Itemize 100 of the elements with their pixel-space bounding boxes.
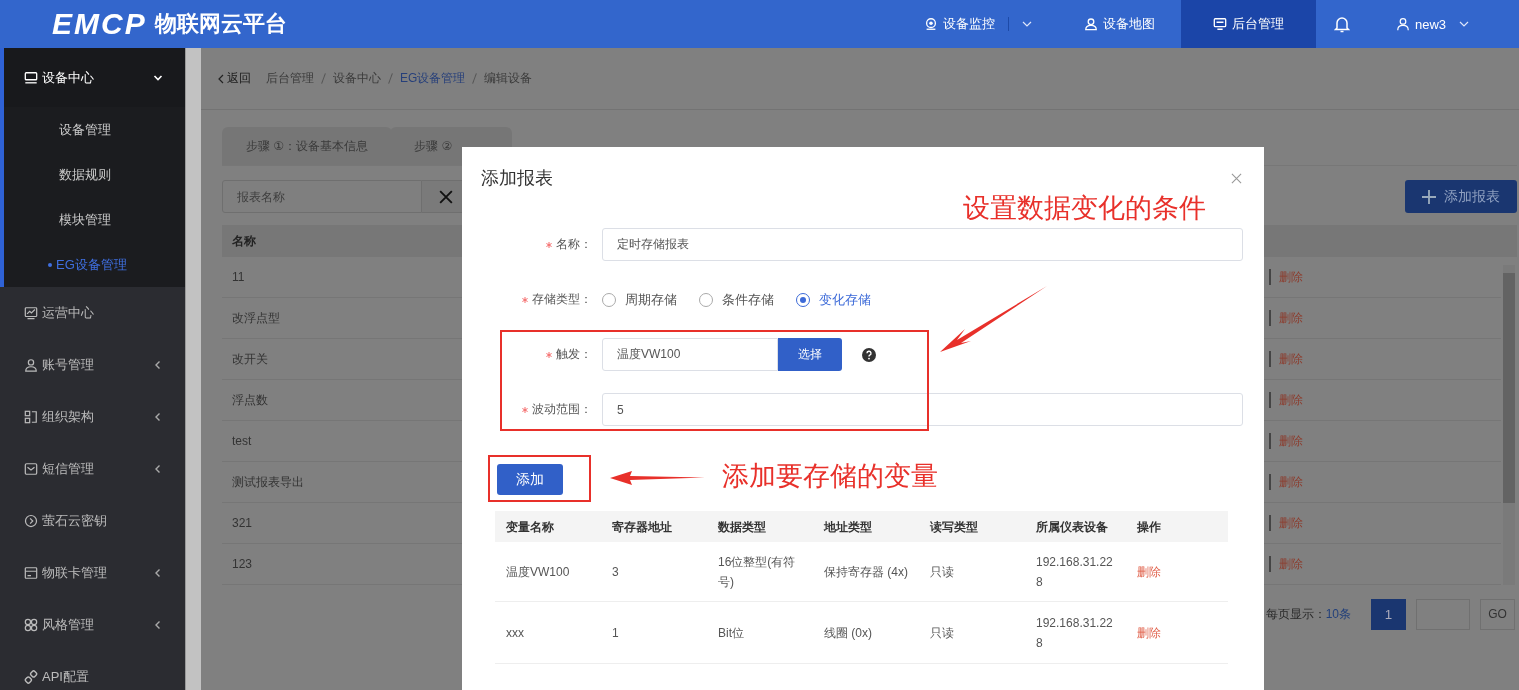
field-label: 存储类型：	[532, 291, 592, 308]
table-cell-text: 16位整型(有符号)	[717, 553, 797, 591]
go-button[interactable]: GO	[1480, 598, 1515, 630]
sidebar-item[interactable]: 运营中心	[0, 287, 185, 339]
column-header: 变量名称	[505, 518, 555, 536]
table-cell-text: 3	[611, 563, 620, 581]
table-cell: test	[232, 434, 252, 448]
annotation-text: 设置数据变化的条件	[963, 192, 1206, 225]
select-button[interactable]: 选择	[778, 338, 842, 371]
play-icon	[24, 514, 38, 528]
card-icon	[24, 566, 38, 580]
radio-option[interactable]: 周期存储	[602, 290, 677, 309]
caret-icon	[1459, 21, 1469, 27]
column-header: 寄存器地址	[611, 518, 673, 536]
user-menu[interactable]: new3	[1367, 16, 1519, 32]
column-header: 读写类型	[929, 518, 979, 536]
org-icon	[24, 410, 38, 424]
grid-icon	[24, 618, 38, 632]
table-cell-text: 192.168.31.228	[1035, 553, 1114, 591]
nav-item[interactable]: 设备监控	[897, 0, 1058, 48]
radio-option[interactable]: 变化存储	[796, 290, 871, 309]
sidebar-item[interactable]: 设备中心	[0, 48, 185, 107]
table-cell: 123	[232, 557, 253, 571]
logo-mark: EMCP	[52, 7, 147, 41]
camera-icon	[923, 17, 938, 31]
field-label: 名称：	[556, 236, 592, 253]
table-cell: 浮点数	[232, 391, 268, 409]
page-size-label: 每页显示：	[1265, 605, 1326, 623]
sidebar-subitem[interactable]: 设备管理	[0, 107, 185, 152]
delete-link[interactable]: 删除	[1126, 622, 1218, 643]
page-button[interactable]: 1	[1371, 598, 1406, 630]
table-cell-text: 温度VW100	[505, 563, 571, 581]
table-cell: 测试报表导出	[232, 473, 304, 491]
table-cell-text: 只读	[929, 624, 955, 642]
table-cell-text: 192.168.31.228	[1035, 614, 1114, 652]
table-cell-text: xxx	[505, 624, 525, 642]
table-cell-text: 1	[611, 624, 620, 642]
table-cell-text: 线圈 (0x)	[823, 624, 873, 642]
table-cell-text: 保持寄存器 (4x)	[823, 563, 909, 581]
chevron-left-icon	[153, 568, 163, 578]
column-header: 操作	[1136, 518, 1162, 536]
sidebar-item[interactable]: 组织架构	[0, 391, 185, 443]
back-link[interactable]: 返回	[218, 70, 251, 87]
sidebar-item[interactable]: API配置	[0, 651, 185, 690]
sidebar-subitem[interactable]: 数据规则	[0, 152, 185, 197]
sidebar-item[interactable]: 萤石云密钥	[0, 495, 185, 547]
sidebar-item[interactable]: 账号管理	[0, 339, 185, 391]
help-icon[interactable]	[862, 347, 876, 362]
breadcrumb-item[interactable]: 编辑设备	[484, 70, 533, 87]
sidebar-item[interactable]: 短信管理	[0, 443, 185, 495]
add-report-button[interactable]: 添加报表	[1405, 180, 1517, 213]
monitor-icon	[24, 70, 38, 85]
table-cell-text: 只读	[929, 563, 955, 581]
chevron-left-icon	[153, 360, 163, 370]
chevron-left-icon	[153, 464, 163, 474]
radio-option[interactable]: 条件存储	[699, 290, 774, 309]
column-header: 名称	[232, 232, 256, 250]
annotation-text: 添加要存储的变量	[722, 460, 938, 493]
sidebar-subitem[interactable]: 模块管理	[0, 197, 185, 242]
dialog-title: 添加报表	[481, 167, 553, 190]
sidebar-subitem[interactable]: EG设备管理	[0, 242, 185, 287]
delete-link[interactable]: 删除	[1126, 561, 1218, 582]
breadcrumb-item[interactable]: 后台管理	[266, 70, 314, 87]
table-cell-text: Bit位	[717, 624, 745, 642]
chevron-left-icon	[218, 73, 224, 84]
input-field[interactable]: 温度VW100	[602, 338, 778, 371]
scrollbar[interactable]	[185, 48, 201, 690]
input-field[interactable]: 5	[602, 393, 1243, 426]
nav-item[interactable]: 设备地图	[1057, 0, 1181, 48]
input-field[interactable]: 定时存储报表	[602, 228, 1243, 261]
user-icon	[24, 358, 38, 372]
close-icon	[439, 189, 453, 204]
field-label: 触发：	[556, 346, 592, 363]
plus-icon	[1422, 189, 1436, 204]
mail-icon	[24, 462, 38, 476]
table-cell: 改开关	[232, 350, 268, 368]
user-pin-icon	[1083, 17, 1098, 31]
chevron-left-icon	[153, 620, 163, 630]
scrollbar[interactable]	[1503, 265, 1515, 585]
table-cell: 321	[232, 516, 253, 530]
link-icon	[24, 670, 38, 684]
column-header: 所属仪表设备	[1035, 518, 1109, 536]
bell-icon[interactable]	[1333, 15, 1350, 33]
add-button[interactable]: 添加	[497, 464, 563, 495]
table-cell: 11	[232, 270, 245, 284]
logo-text: 物联网云平台	[154, 10, 287, 38]
monitor-icon	[1212, 17, 1227, 31]
close-icon[interactable]	[1231, 172, 1242, 184]
chevron-left-icon	[153, 412, 163, 422]
breadcrumb-item[interactable]: 设备中心	[333, 70, 381, 87]
sidebar-item[interactable]: 物联卡管理	[0, 547, 185, 599]
search-field[interactable]: 报表名称	[222, 180, 422, 213]
column-header: 地址类型	[822, 518, 873, 536]
table-cell: 改浮点型	[232, 309, 280, 327]
column-header: 数据类型	[717, 518, 767, 536]
field-label: 波动范围：	[532, 401, 592, 418]
nav-item[interactable]: 后台管理	[1180, 0, 1316, 48]
sidebar-item[interactable]: 风格管理	[0, 599, 185, 651]
user-icon	[1395, 17, 1410, 31]
chart-icon	[24, 306, 38, 320]
